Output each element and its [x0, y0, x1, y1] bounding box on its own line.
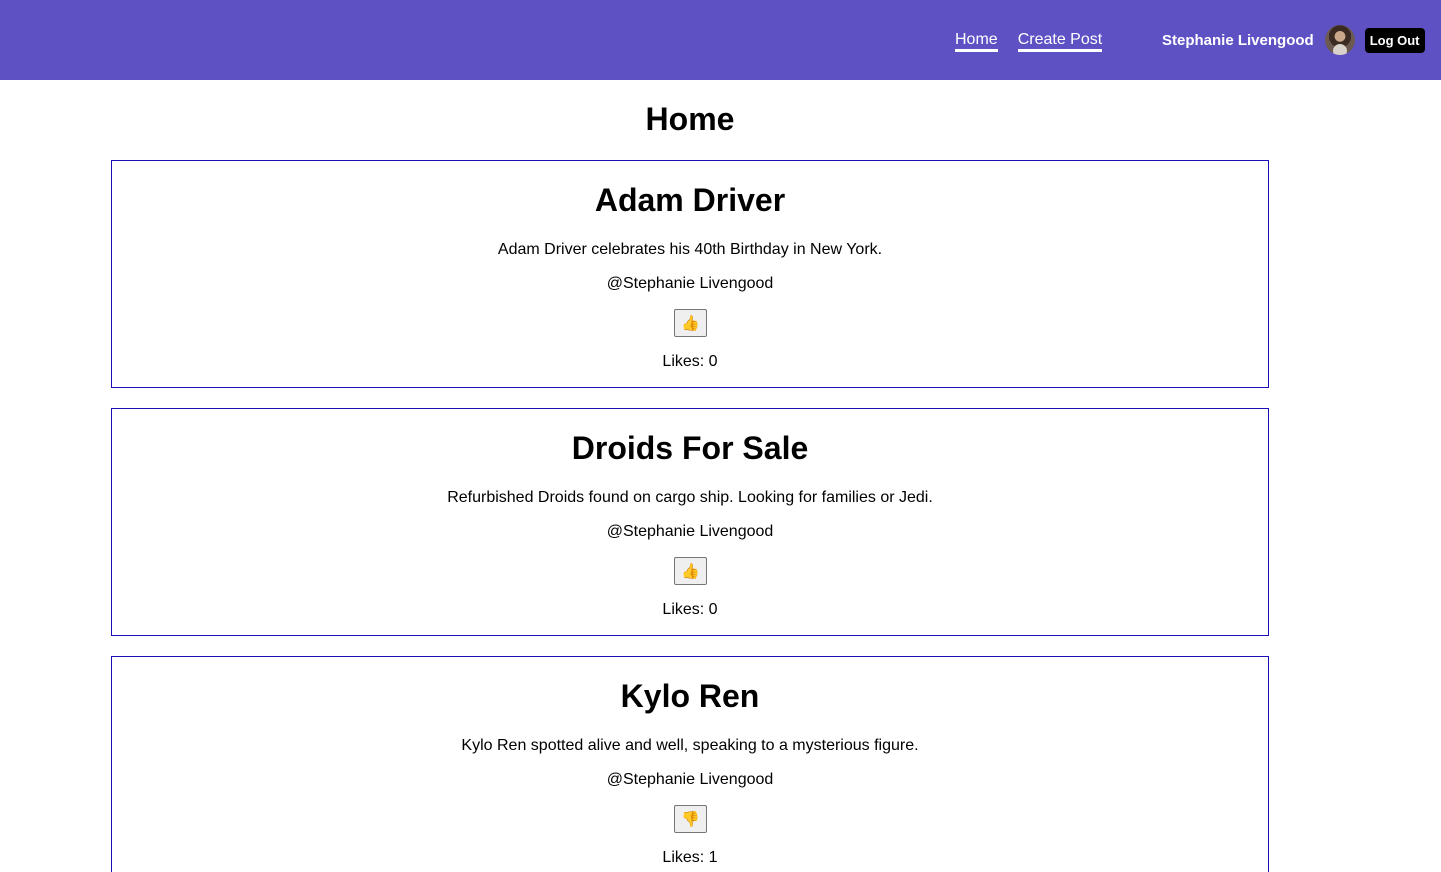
unlike-button[interactable]: 👎 [674, 805, 707, 833]
post-body: Adam Driver celebrates his 40th Birthday… [497, 241, 883, 258]
like-button[interactable]: 👍 [674, 557, 707, 585]
thumbs-down-icon: 👎 [681, 810, 700, 828]
page-title: Home [645, 101, 735, 137]
post-card: Kylo Ren Kylo Ren spotted alive and well… [111, 656, 1269, 872]
logout-button[interactable]: Log Out [1364, 27, 1425, 53]
avatar [1324, 25, 1355, 55]
user-menu: Stephanie Livengood Log Out [1162, 25, 1425, 55]
nav-link-create-post[interactable]: Create Post [1017, 30, 1103, 52]
post-title: Droids For Sale [571, 430, 809, 466]
post-likes: Likes: 0 [662, 601, 718, 618]
post-card: Adam Driver Adam Driver celebrates his 4… [111, 160, 1269, 388]
post-body: Refurbished Droids found on cargo ship. … [447, 489, 933, 506]
thumbs-up-icon: 👍 [681, 314, 700, 332]
navbar: Home Create Post Stephanie Livengood Log… [0, 0, 1441, 80]
nav-link-home[interactable]: Home [955, 30, 998, 52]
thumbs-up-icon: 👍 [681, 562, 700, 580]
post-body: Kylo Ren spotted alive and well, speakin… [461, 737, 919, 754]
nav-links: Home Create Post [955, 30, 1103, 52]
post-likes: Likes: 0 [662, 353, 718, 370]
post-author: @Stephanie Livengood [606, 523, 774, 540]
post-title: Kylo Ren [620, 678, 760, 714]
user-name: Stephanie Livengood [1162, 31, 1314, 49]
post-likes: Likes: 1 [662, 849, 718, 866]
like-button[interactable]: 👍 [674, 309, 707, 337]
post-author: @Stephanie Livengood [606, 771, 774, 788]
post-title: Adam Driver [594, 182, 786, 218]
post-card: Droids For Sale Refurbished Droids found… [111, 408, 1269, 636]
post-author: @Stephanie Livengood [606, 275, 774, 292]
